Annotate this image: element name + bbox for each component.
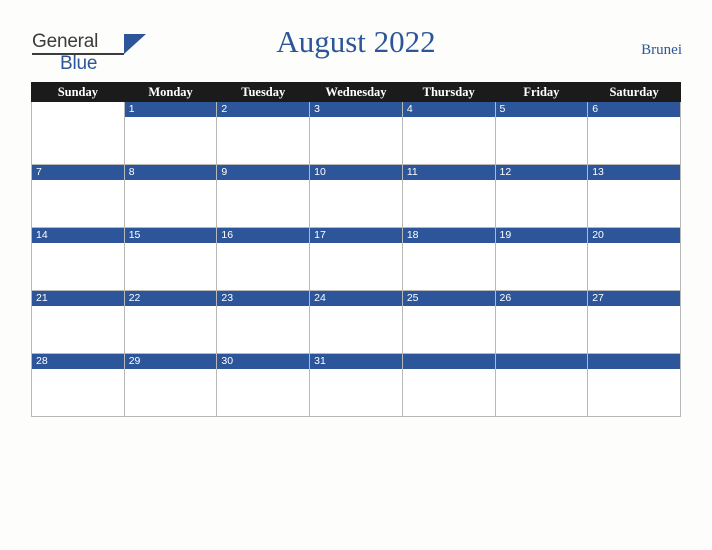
calendar-day-cell[interactable]: 1 xyxy=(123,101,218,165)
day-number: 20 xyxy=(588,228,680,243)
day-number: 19 xyxy=(495,228,588,243)
calendar-day-cell[interactable]: 16 xyxy=(216,227,311,291)
page-header: General Blue August 2022 Brunei xyxy=(0,24,712,74)
day-number: 28 xyxy=(32,354,124,369)
day-number: 23 xyxy=(217,291,310,306)
weekday-header-thursday: Thursday xyxy=(401,82,496,102)
calendar-day-cell[interactable]: 24 xyxy=(309,290,403,354)
day-number: 31 xyxy=(310,354,402,369)
calendar-day-cell[interactable]: 28 xyxy=(31,353,125,417)
calendar-day-cell[interactable]: 8 xyxy=(123,164,218,228)
calendar-day-cell[interactable]: 20 xyxy=(587,227,681,291)
day-number xyxy=(495,354,588,369)
calendar-page: General Blue August 2022 Brunei Sunday M… xyxy=(0,0,712,550)
calendar-day-cell[interactable]: 18 xyxy=(401,227,496,291)
weekday-header-monday: Monday xyxy=(123,82,218,102)
calendar-day-cell[interactable] xyxy=(31,101,125,165)
day-number xyxy=(402,354,495,369)
calendar-week-row: 28 29 30 31 xyxy=(31,353,681,417)
page-title: August 2022 xyxy=(276,24,436,59)
calendar-day-cell[interactable]: 21 xyxy=(31,290,125,354)
day-number: 9 xyxy=(217,165,310,180)
calendar-day-cell[interactable]: 19 xyxy=(494,227,589,291)
weekday-header-saturday: Saturday xyxy=(587,82,681,102)
calendar-day-cell[interactable]: 12 xyxy=(494,164,589,228)
calendar-day-cell[interactable]: 27 xyxy=(587,290,681,354)
country-label: Brunei xyxy=(641,42,682,58)
day-number: 5 xyxy=(495,102,588,117)
calendar-day-cell[interactable]: 2 xyxy=(216,101,311,165)
calendar-day-cell[interactable]: 13 xyxy=(587,164,681,228)
day-number: 14 xyxy=(32,228,124,243)
calendar-day-cell[interactable]: 9 xyxy=(216,164,311,228)
calendar-day-cell[interactable]: 4 xyxy=(401,101,496,165)
day-number: 27 xyxy=(588,291,680,306)
day-number: 2 xyxy=(217,102,310,117)
day-number: 3 xyxy=(310,102,402,117)
day-number: 1 xyxy=(124,102,217,117)
calendar-day-cell[interactable]: 6 xyxy=(587,101,681,165)
day-number: 26 xyxy=(495,291,588,306)
calendar-day-cell[interactable]: 22 xyxy=(123,290,218,354)
weekday-header-row: Sunday Monday Tuesday Wednesday Thursday… xyxy=(31,82,681,102)
day-number: 6 xyxy=(588,102,680,117)
calendar-day-cell[interactable]: 23 xyxy=(216,290,311,354)
calendar-week-row: 1 2 3 4 5 6 xyxy=(31,101,681,165)
weekday-header-friday: Friday xyxy=(494,82,589,102)
weekday-header-wednesday: Wednesday xyxy=(309,82,403,102)
day-number: 7 xyxy=(32,165,124,180)
calendar-day-cell[interactable]: 25 xyxy=(401,290,496,354)
day-number: 18 xyxy=(402,228,495,243)
month-calendar: Sunday Monday Tuesday Wednesday Thursday… xyxy=(31,82,681,417)
day-number: 4 xyxy=(402,102,495,117)
calendar-day-cell[interactable] xyxy=(401,353,496,417)
day-number: 17 xyxy=(310,228,402,243)
calendar-day-cell[interactable]: 31 xyxy=(309,353,403,417)
day-number xyxy=(588,354,680,369)
day-number: 30 xyxy=(217,354,310,369)
day-number xyxy=(32,102,124,117)
calendar-week-row: 14 15 16 17 18 19 20 xyxy=(31,227,681,291)
calendar-day-cell[interactable]: 14 xyxy=(31,227,125,291)
day-number: 11 xyxy=(402,165,495,180)
calendar-day-cell[interactable] xyxy=(587,353,681,417)
weekday-header-sunday: Sunday xyxy=(31,82,125,102)
calendar-day-cell[interactable]: 11 xyxy=(401,164,496,228)
day-number: 13 xyxy=(588,165,680,180)
calendar-day-cell[interactable]: 15 xyxy=(123,227,218,291)
day-number: 8 xyxy=(124,165,217,180)
calendar-day-cell[interactable]: 10 xyxy=(309,164,403,228)
calendar-day-cell[interactable]: 3 xyxy=(309,101,403,165)
calendar-week-row: 7 8 9 10 11 12 13 xyxy=(31,164,681,228)
calendar-day-cell[interactable]: 26 xyxy=(494,290,589,354)
day-number: 29 xyxy=(124,354,217,369)
day-number: 10 xyxy=(310,165,402,180)
calendar-day-cell[interactable]: 17 xyxy=(309,227,403,291)
day-number: 24 xyxy=(310,291,402,306)
weekday-header-tuesday: Tuesday xyxy=(216,82,311,102)
calendar-day-cell[interactable] xyxy=(494,353,589,417)
calendar-day-cell[interactable]: 30 xyxy=(216,353,311,417)
day-number: 25 xyxy=(402,291,495,306)
day-number: 22 xyxy=(124,291,217,306)
day-number: 12 xyxy=(495,165,588,180)
calendar-day-cell[interactable]: 29 xyxy=(123,353,218,417)
calendar-day-cell[interactable]: 5 xyxy=(494,101,589,165)
calendar-week-row: 21 22 23 24 25 26 27 xyxy=(31,290,681,354)
calendar-day-cell[interactable]: 7 xyxy=(31,164,125,228)
day-number: 15 xyxy=(124,228,217,243)
day-number: 21 xyxy=(32,291,124,306)
day-number: 16 xyxy=(217,228,310,243)
